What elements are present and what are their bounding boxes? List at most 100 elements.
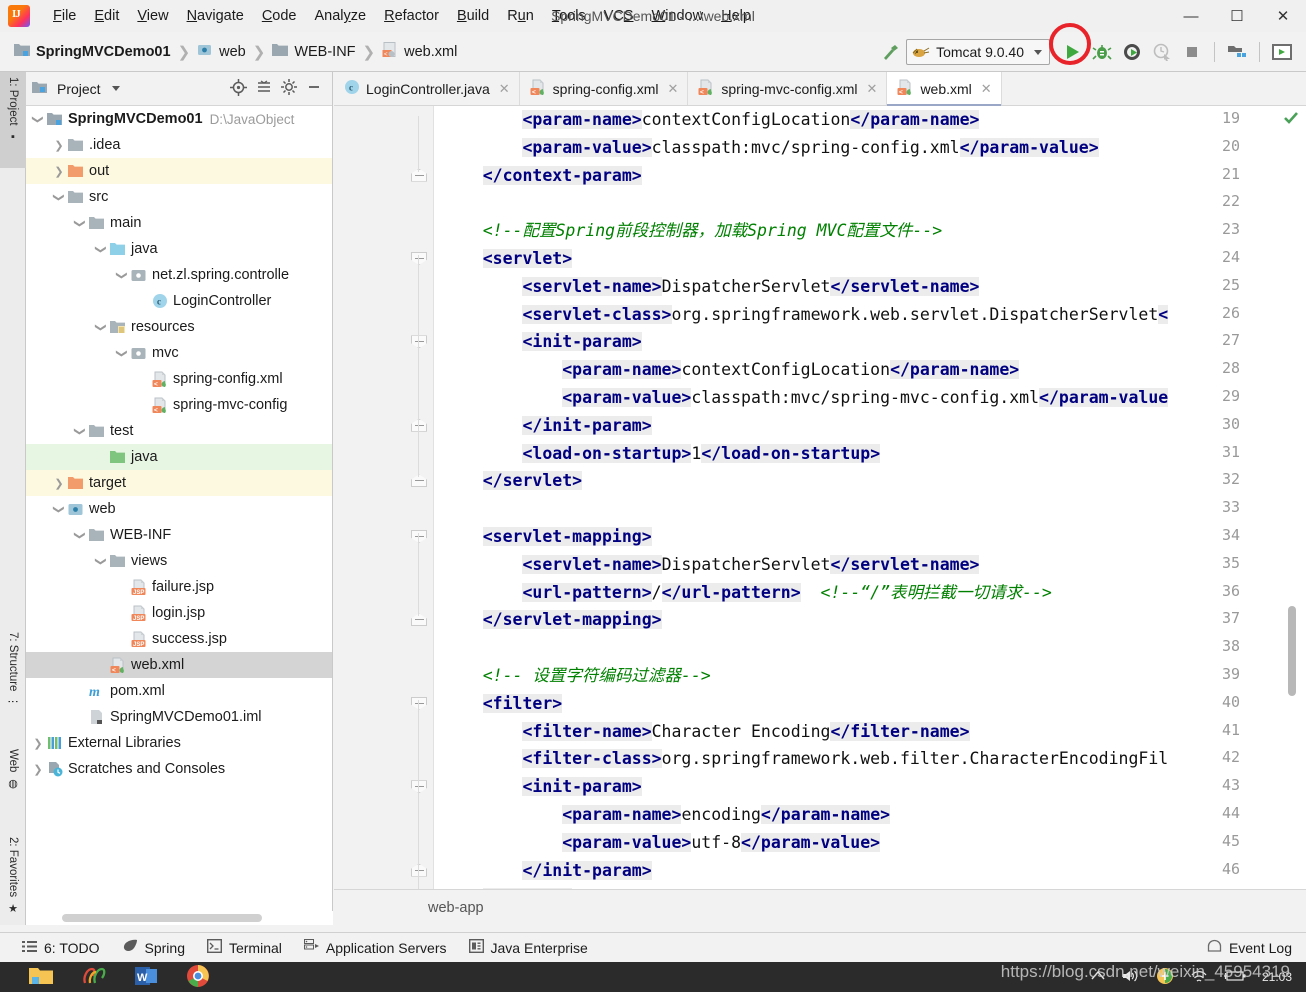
- project-horizontal-scrollbar[interactable]: [26, 911, 333, 925]
- code-line[interactable]: </init-param>: [434, 857, 1306, 885]
- menu-item-window[interactable]: Window: [643, 5, 713, 27]
- editor-tab-web-xml[interactable]: < web.xml ✕: [887, 72, 1002, 106]
- code-line[interactable]: <servlet-name>DispatcherServlet</servlet…: [434, 273, 1306, 301]
- profile-button[interactable]: [1148, 38, 1176, 66]
- tree-node-springmvcdemo01[interactable]: ❯ SpringMVCDemo01 D:\JavaObject: [26, 106, 332, 132]
- chevron-down-icon[interactable]: ❯: [74, 527, 87, 543]
- editor-vertical-scrollbar[interactable]: [1286, 106, 1298, 889]
- chevron-down-icon[interactable]: ❯: [74, 215, 87, 231]
- minimize-button[interactable]: —: [1168, 0, 1214, 32]
- chevron-down-icon[interactable]: [111, 86, 120, 91]
- show-hidden-icon[interactable]: [1090, 969, 1106, 986]
- volume-icon[interactable]: [1122, 969, 1140, 986]
- code-line[interactable]: <servlet-class>org.springframework.web.s…: [434, 301, 1306, 329]
- menu-item-file[interactable]: File: [44, 5, 85, 27]
- close-icon[interactable]: ✕: [667, 81, 678, 97]
- code-line[interactable]: <filter-class>org.springframework.web.fi…: [434, 745, 1306, 773]
- code-line[interactable]: </servlet-mapping>: [434, 606, 1306, 634]
- code-line[interactable]: <filter-name>Character Encoding</filter-…: [434, 718, 1306, 746]
- chevron-down-icon[interactable]: ❯: [95, 553, 108, 569]
- code-line[interactable]: <init-param>: [434, 773, 1306, 801]
- code-content[interactable]: <param-name>contextConfigLocation</param…: [434, 106, 1306, 889]
- run-configuration-selector[interactable]: Tomcat 9.0.40: [906, 39, 1050, 65]
- chevron-down-icon[interactable]: ❯: [53, 501, 66, 517]
- menu-item-vcs[interactable]: VCS: [595, 5, 643, 27]
- code-line[interactable]: <init-param>: [434, 328, 1306, 356]
- editor-tab-spring-mvc-config-xml[interactable]: < spring-mvc-config.xml ✕: [688, 72, 888, 105]
- status-item-todo[interactable]: 6: TODO: [22, 940, 100, 956]
- word-icon[interactable]: W: [134, 965, 158, 990]
- chrome-icon[interactable]: [186, 964, 210, 991]
- code-line[interactable]: <!--配置Spring前段控制器，加载Spring MVC配置文件-->: [434, 217, 1306, 245]
- chevron-down-icon[interactable]: ❯: [74, 423, 87, 439]
- menu-item-edit[interactable]: Edit: [85, 5, 128, 27]
- menu-item-build[interactable]: Build: [448, 5, 498, 27]
- tree-node-web[interactable]: ❯ web: [26, 496, 332, 522]
- tree-node-src[interactable]: ❯ src: [26, 184, 332, 210]
- code-line[interactable]: <param-value>classpath:mvc/spring-config…: [434, 134, 1306, 162]
- breadcrumb-item-web-xml[interactable]: < web.xml: [382, 41, 457, 62]
- chevron-down-icon[interactable]: ❯: [53, 189, 66, 205]
- menu-item-view[interactable]: View: [128, 5, 177, 27]
- tree-node-success-jsp[interactable]: JSP success.jsp: [26, 626, 332, 652]
- network-icon[interactable]: [1190, 969, 1208, 986]
- sidebar-item-web[interactable]: Web ◍: [0, 744, 26, 822]
- file-explorer-icon[interactable]: [28, 965, 54, 990]
- tree-node-spring-mvc-config[interactable]: < spring-mvc-config: [26, 392, 332, 418]
- tree-node-mvc[interactable]: ❯ mvc: [26, 340, 332, 366]
- photos-icon[interactable]: [82, 965, 106, 990]
- chevron-down-icon[interactable]: [1034, 49, 1042, 55]
- close-icon[interactable]: ✕: [499, 81, 510, 97]
- sidebar-item-favorites[interactable]: 2: Favorites ★: [0, 832, 26, 944]
- gear-icon[interactable]: [281, 79, 297, 98]
- code-line[interactable]: </init-param>: [434, 412, 1306, 440]
- battery-icon[interactable]: [1223, 970, 1246, 985]
- tree-node-test[interactable]: ❯ test: [26, 418, 332, 444]
- scrollbar-thumb[interactable]: [62, 914, 262, 922]
- collapse-all-icon[interactable]: [256, 79, 272, 98]
- code-line[interactable]: <servlet-name>DispatcherServlet</servlet…: [434, 551, 1306, 579]
- status-item-event-log[interactable]: Event Log: [1207, 939, 1292, 956]
- code-line[interactable]: </servlet>: [434, 467, 1306, 495]
- chevron-right-icon[interactable]: ❯: [30, 737, 46, 750]
- sidebar-item-project[interactable]: 1: Project ▪: [0, 72, 26, 168]
- tree-node-external-libraries[interactable]: ❯ External Libraries: [26, 730, 332, 756]
- tree-node-scratches-and-consoles[interactable]: ❯ Scratches and Consoles: [26, 756, 332, 782]
- hide-panel-icon[interactable]: [306, 79, 322, 98]
- locate-icon[interactable]: [230, 78, 247, 99]
- tree-node-login-jsp[interactable]: JSP login.jsp: [26, 600, 332, 626]
- tree-node-java[interactable]: ❯ java: [26, 236, 332, 262]
- chevron-down-icon[interactable]: ❯: [116, 345, 129, 361]
- tree-node-net-zl-spring-controlle[interactable]: ❯ net.zl.spring.controlle: [26, 262, 332, 288]
- tree-node-pom-xml[interactable]: m pom.xml: [26, 678, 332, 704]
- status-item-spring[interactable]: Spring: [122, 939, 185, 956]
- menu-bar[interactable]: File Edit View Navigate Code Analyze Refactor B…: [44, 5, 760, 27]
- breadcrumb[interactable]: SpringMVCDemo01 ❯ web ❯ WEB-INF ❯ < web.xml: [14, 41, 457, 62]
- tree-node-out[interactable]: ❯ out: [26, 158, 332, 184]
- tree-node-resources[interactable]: ❯ resources: [26, 314, 332, 340]
- code-line[interactable]: <param-name>contextConfigLocation</param…: [434, 106, 1306, 134]
- status-item-terminal[interactable]: Terminal: [206, 938, 282, 956]
- status-item-java-enterprise[interactable]: Java Enterprise: [468, 938, 588, 956]
- code-line[interactable]: <servlet>: [434, 245, 1306, 273]
- menu-item-tools[interactable]: Tools: [543, 5, 595, 27]
- tree-node-java[interactable]: java: [26, 444, 332, 470]
- code-line[interactable]: </context-param>: [434, 162, 1306, 190]
- menu-item-run[interactable]: Run: [498, 5, 543, 27]
- menu-item-navigate[interactable]: Navigate: [178, 5, 253, 27]
- editor-tab-spring-config-xml[interactable]: < spring-config.xml ✕: [519, 72, 689, 105]
- code-line[interactable]: [434, 189, 1306, 217]
- tree-node-target[interactable]: ❯ target: [26, 470, 332, 496]
- tree-node-failure-jsp[interactable]: JSP failure.jsp: [26, 574, 332, 600]
- code-line[interactable]: <load-on-startup>1</load-on-startup>: [434, 440, 1306, 468]
- code-line[interactable]: [434, 495, 1306, 523]
- scrollbar-thumb[interactable]: [1288, 606, 1296, 696]
- tree-node--idea[interactable]: ❯ .idea: [26, 132, 332, 158]
- tree-node-main[interactable]: ❯ main: [26, 210, 332, 236]
- code-line[interactable]: <param-value>utf-8</param-value>: [434, 829, 1306, 857]
- code-line[interactable]: <servlet-mapping>: [434, 523, 1306, 551]
- project-tree[interactable]: ❯ SpringMVCDemo01 D:\JavaObject ❯ .idea ❯ out ❯…: [26, 106, 332, 899]
- tree-node-web-inf[interactable]: ❯ WEB-INF: [26, 522, 332, 548]
- tree-node-views[interactable]: ❯ views: [26, 548, 332, 574]
- menu-item-refactor[interactable]: Refactor: [375, 5, 448, 27]
